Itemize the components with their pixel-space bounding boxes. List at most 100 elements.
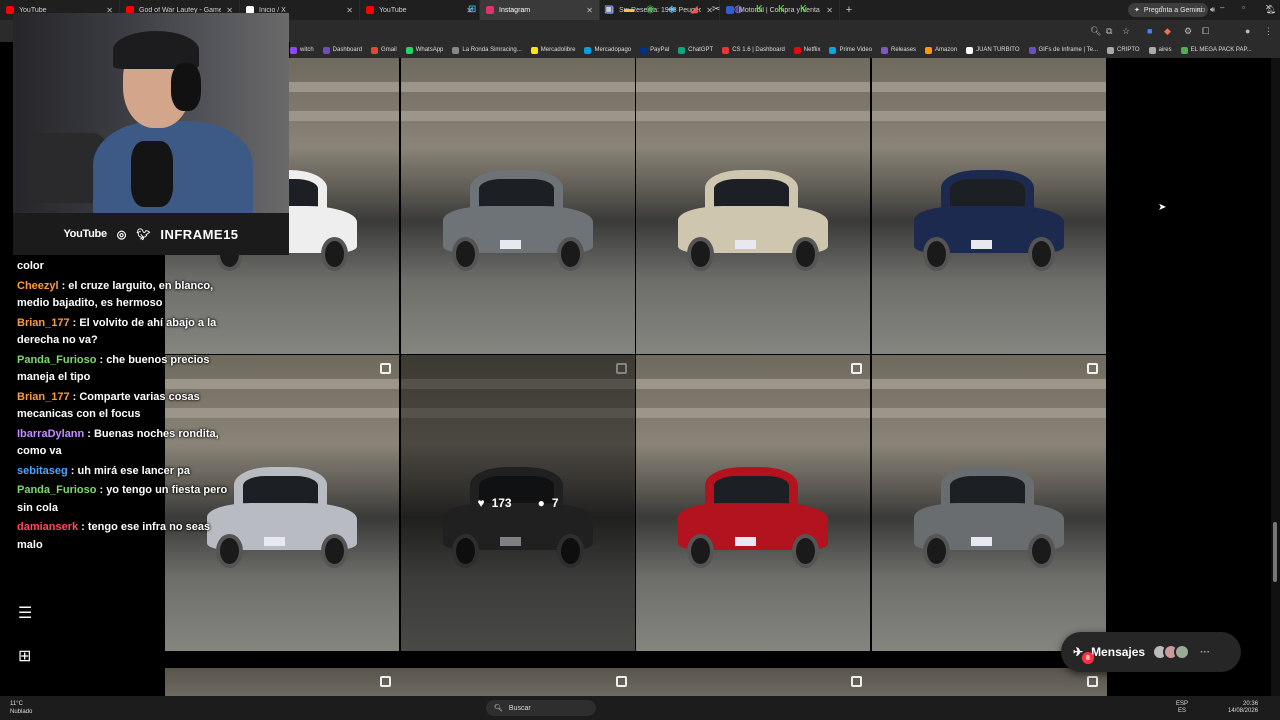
discord-icon[interactable]: ◍ (734, 4, 743, 15)
bookmark-item[interactable]: EL MEGA PACK PAP... (1180, 46, 1252, 54)
bookmark-item[interactable]: Gmail (371, 46, 397, 54)
clock[interactable]: 20:36 14/08/2026 (1228, 701, 1258, 715)
cast-icon[interactable]: ⧉ (1106, 26, 1112, 37)
chat-username: IbarraDylann (17, 427, 85, 440)
bookmark-favicon-icon (793, 46, 801, 54)
extension-icon[interactable]: ◆ (1164, 26, 1171, 37)
lang-primary: ESP (1176, 701, 1189, 707)
car-photo (678, 467, 828, 569)
bookmark-item[interactable]: WhatsApp (405, 46, 443, 54)
page-scrollbar[interactable] (1271, 58, 1280, 696)
app-icon[interactable]: ◢ (690, 4, 698, 15)
tab-favicon-icon (366, 6, 374, 14)
messages-label: Mensajes (1091, 645, 1146, 659)
profile-post-grid: ♥ 173 ● 7 (165, 58, 1107, 696)
notifications-icon[interactable]: 🔔︎ (1266, 5, 1276, 14)
app-icon[interactable]: ✂ (712, 4, 720, 15)
ceiling-beam (872, 81, 1106, 92)
search-icon: 🔍︎ (494, 705, 503, 712)
bookmark-item[interactable]: Dashboard (322, 46, 362, 54)
profile-icon[interactable]: ● (1245, 26, 1250, 36)
bookmark-item[interactable]: Releases (881, 46, 916, 54)
tab-close-icon[interactable]: ✕ (586, 6, 593, 15)
ceiling-beam (872, 408, 1106, 419)
bookmark-item[interactable]: ChatGPT (678, 46, 713, 54)
post-thumbnail[interactable] (401, 58, 635, 354)
instagram-icon: ◎ (116, 228, 127, 241)
scroll-thumb[interactable] (1273, 522, 1277, 582)
bookmark-item[interactable]: JUAN TURBITO (966, 46, 1020, 54)
steam-icon[interactable]: ◈ (668, 4, 676, 15)
new-tab-icon[interactable]: + (840, 4, 858, 16)
browser-tab[interactable]: Instagram ✕ (480, 0, 600, 20)
extensions-puzzle-icon[interactable]: ⧠ (1202, 26, 1209, 37)
next-row-preview (165, 668, 1107, 696)
kick-icon[interactable]: K (800, 4, 807, 15)
chat-message: Brian_177: Comparte varias cosas mecanic… (17, 389, 237, 424)
taskbar-search[interactable]: 🔍︎ Buscar (486, 700, 596, 716)
post-thumbnail[interactable] (636, 58, 870, 354)
bookmark-favicon-icon (290, 46, 297, 54)
bookmark-item[interactable]: Prime Video (829, 46, 873, 54)
bookmark-item[interactable]: Mercadopago (584, 46, 631, 54)
bookmark-label: GIFs de Inframe | Te... (1038, 47, 1098, 53)
ceiling-beam (636, 378, 870, 389)
bookmark-item[interactable]: GIFs de Inframe | Te... (1028, 46, 1098, 54)
zoom-icon[interactable]: 🔍︎ (1090, 26, 1101, 37)
post-thumbnail[interactable] (872, 355, 1106, 651)
tray-chevron-icon[interactable]: ^ (1160, 5, 1164, 14)
gemini-label: Pregunta a Gemini (1143, 6, 1203, 14)
also-from-meta-icon[interactable]: ⊞ (18, 646, 31, 666)
webcam-overlay (13, 13, 289, 213)
car-wheel (320, 533, 348, 569)
kick-icon[interactable]: K (756, 4, 763, 15)
language-indicator[interactable]: ESP ES (1176, 701, 1188, 715)
chat-message: Brian_177: El volvito de ahí abajo a la … (17, 315, 237, 350)
menu-kebab-icon[interactable]: ⋮ (1264, 26, 1273, 37)
kick-icon[interactable]: K (778, 4, 785, 15)
bookmark-label: aires (1158, 47, 1172, 53)
minimize-icon[interactable]: – (1220, 3, 1224, 12)
bookmark-favicon-icon (640, 46, 648, 54)
bookmark-star-icon[interactable]: ☆ (1122, 26, 1130, 37)
car-wheel (320, 236, 348, 272)
chat-username: Cheezyl (17, 279, 59, 292)
messages-button[interactable]: ✈︎ 8 Mensajes ··· (1061, 632, 1241, 672)
windows-start-icon[interactable]: ⊞ (468, 4, 476, 15)
bookmark-favicon-icon (1028, 46, 1036, 54)
post-thumbnail[interactable] (872, 58, 1106, 354)
tab-close-icon[interactable]: ✕ (826, 6, 833, 15)
ceiling-beam (872, 111, 1106, 122)
bookmark-item[interactable]: aires (1148, 46, 1172, 54)
more-menu-icon[interactable]: ☰ (18, 603, 32, 623)
bookmark-item[interactable]: La Ronda Simracing... (452, 46, 522, 54)
bookmark-item[interactable]: witch (290, 46, 314, 54)
gemini-button[interactable]: ✦ Pregunta a Gemini (1128, 3, 1209, 17)
browser-tab[interactable]: Sin Reserva: 1968 Peugeot 404 ✕ (600, 0, 720, 20)
extension-icon[interactable]: ■ (1147, 26, 1152, 36)
bookmark-label: Prime Video (839, 47, 873, 53)
chrome-icon[interactable]: ◉ (646, 4, 655, 15)
volume-icon[interactable]: 🔊︎ (1210, 5, 1215, 15)
network-icon[interactable]: ▭ (1198, 5, 1206, 14)
extension-icon[interactable]: ⚙ (1184, 26, 1192, 37)
bookmark-item[interactable]: PayPal (640, 46, 669, 54)
bookmark-favicon-icon (405, 46, 413, 54)
maximize-icon[interactable]: ▫ (1242, 3, 1245, 12)
browser-tab[interactable]: YouTube ✕ (360, 0, 480, 20)
tab-close-icon[interactable]: ✕ (346, 6, 353, 15)
bookmark-item[interactable]: Mercadolibre (530, 46, 575, 54)
post-thumbnail[interactable] (636, 355, 870, 651)
bookmark-item[interactable]: Amazon (925, 46, 957, 54)
task-view-icon[interactable]: ▣ (604, 4, 613, 15)
bookmark-item[interactable]: CRIPTO (1107, 46, 1140, 54)
car-photo (678, 170, 828, 272)
headphones (171, 63, 201, 111)
bookmark-item[interactable]: CS 1.6 | Dashboard (722, 46, 785, 54)
post-thumbnail[interactable]: ♥ 173 ● 7 (401, 355, 635, 651)
weather-widget[interactable]: 11°C Nublado (10, 700, 32, 716)
bookmark-item[interactable]: Netflix (793, 46, 820, 54)
file-explorer-icon[interactable]: ▬ (624, 4, 634, 15)
bookmark-favicon-icon (584, 46, 592, 54)
bookmark-favicon-icon (452, 46, 460, 54)
